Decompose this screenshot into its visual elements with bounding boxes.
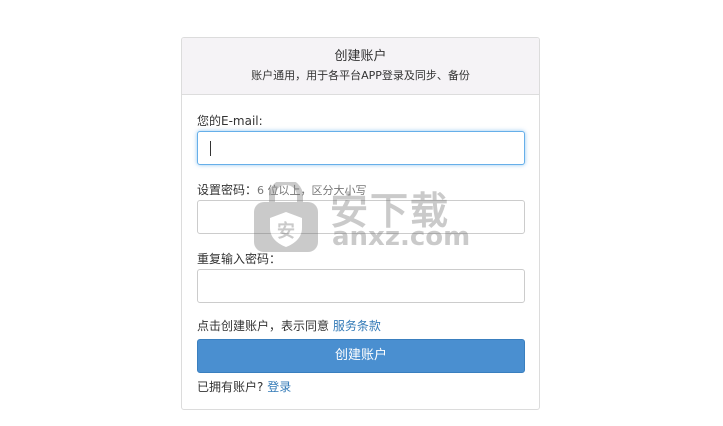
confirm-password-label: 重复输入密码： (197, 252, 282, 266)
login-row: 已拥有账户? 登录 (197, 380, 291, 395)
create-account-button[interactable]: 创建账户 (197, 339, 525, 373)
password-hint: 6 位以上，区分大小写 (257, 184, 367, 197)
page-subtitle: 账户通用，用于各平台APP登录及同步、备份 (251, 69, 470, 82)
password-field[interactable] (197, 200, 525, 234)
page-title: 创建账户 (334, 49, 387, 64)
password-label-text: 设置密码： (197, 183, 258, 197)
panel-header: 创建账户 账户通用，用于各平台APP登录及同步、备份 (182, 38, 539, 95)
terms-text: 点击创建账户，表示同意 (197, 319, 333, 333)
terms-row: 点击创建账户，表示同意 服务条款 (197, 319, 381, 334)
login-link[interactable]: 登录 (267, 380, 291, 394)
confirm-password-field[interactable] (197, 269, 525, 303)
login-prompt-text: 已拥有账户? (197, 380, 268, 394)
text-caret (210, 141, 211, 156)
create-account-panel: 创建账户 账户通用，用于各平台APP登录及同步、备份 您的E-mail: 设置密… (181, 37, 540, 410)
email-field[interactable] (197, 131, 525, 165)
password-label: 设置密码：6 位以上，区分大小写 (197, 183, 367, 198)
terms-of-service-link[interactable]: 服务条款 (333, 319, 381, 333)
email-label: 您的E-mail: (197, 114, 263, 128)
